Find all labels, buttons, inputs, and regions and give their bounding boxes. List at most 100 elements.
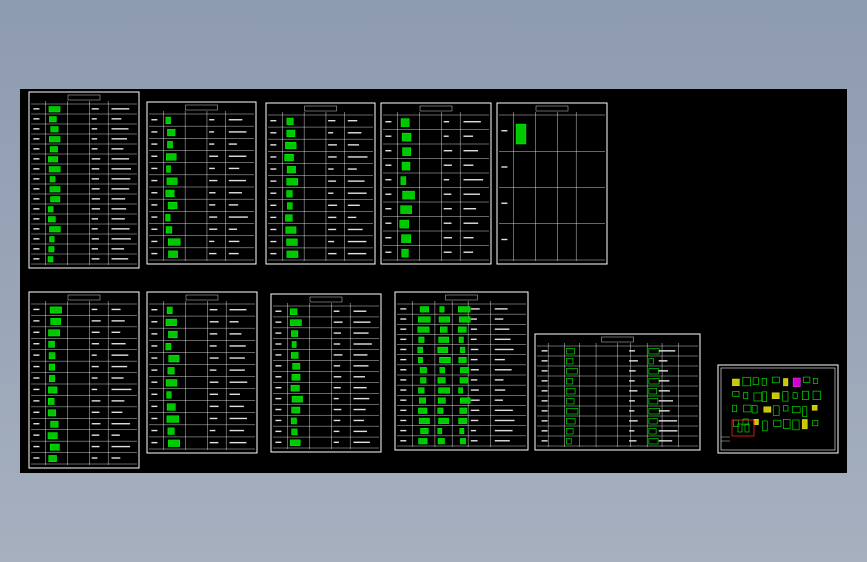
cad-part[interactable] [418, 387, 425, 394]
cad-part[interactable] [48, 156, 59, 163]
cad-part[interactable] [773, 419, 782, 427]
cad-part[interactable] [566, 368, 578, 375]
cad-part[interactable] [48, 375, 56, 382]
cad-part[interactable] [48, 166, 61, 173]
cad-part[interactable] [417, 326, 430, 333]
cad-part[interactable] [419, 306, 429, 313]
cad-part[interactable] [48, 329, 61, 337]
drawing-sheet-2[interactable] [146, 101, 257, 265]
cad-part[interactable] [438, 387, 450, 394]
cad-part[interactable] [458, 417, 468, 424]
cad-part[interactable] [460, 367, 469, 374]
cad-part[interactable] [290, 384, 300, 392]
cad-part[interactable] [167, 367, 175, 375]
cad-part[interactable] [167, 201, 178, 210]
drawing-sheet-1[interactable] [28, 91, 140, 269]
cad-part[interactable] [566, 348, 575, 355]
cad-part[interactable] [648, 348, 660, 355]
cad-part[interactable] [400, 205, 412, 214]
drawing-sheet-3[interactable] [265, 102, 376, 265]
cad-part[interactable] [50, 318, 61, 325]
cad-part[interactable] [458, 316, 471, 323]
cad-part[interactable] [287, 202, 293, 210]
cad-part[interactable] [648, 418, 658, 425]
cad-part[interactable] [439, 326, 448, 333]
cad-part[interactable] [418, 336, 425, 343]
cad-part[interactable] [763, 406, 772, 413]
cad-part[interactable] [566, 358, 574, 365]
cad-part[interactable] [291, 374, 301, 381]
cad-part[interactable] [292, 363, 301, 370]
cad-part[interactable] [438, 316, 451, 323]
cad-part[interactable] [437, 377, 446, 384]
cad-part[interactable] [401, 132, 412, 142]
cad-part[interactable] [168, 250, 178, 258]
cad-part[interactable] [291, 330, 299, 337]
cad-part[interactable] [437, 346, 449, 353]
cad-part[interactable] [400, 176, 407, 185]
cad-part[interactable] [286, 129, 296, 138]
cad-part[interactable] [418, 407, 428, 414]
cad-part[interactable] [771, 392, 780, 399]
cad-part[interactable] [803, 376, 811, 383]
cad-part[interactable] [515, 123, 527, 145]
cad-part[interactable] [286, 250, 299, 258]
cad-part[interactable] [401, 234, 411, 243]
cad-part[interactable] [291, 352, 299, 359]
cad-part[interactable] [812, 390, 821, 400]
cad-part[interactable] [400, 118, 410, 127]
cad-part[interactable] [48, 216, 56, 223]
cad-part[interactable] [753, 392, 763, 402]
cad-model-space[interactable] [20, 89, 847, 473]
cad-part[interactable] [48, 106, 61, 113]
cad-part[interactable] [165, 226, 173, 234]
cad-part[interactable] [566, 388, 576, 395]
cad-part[interactable] [47, 256, 54, 263]
cad-part[interactable] [418, 357, 423, 364]
cad-part[interactable] [286, 238, 298, 246]
cad-part[interactable] [566, 428, 574, 435]
cad-part[interactable] [648, 398, 659, 405]
cad-part[interactable] [459, 407, 468, 414]
cad-part[interactable] [566, 408, 579, 415]
cad-part[interactable] [47, 206, 54, 213]
cad-part[interactable] [48, 246, 55, 253]
cad-part[interactable] [458, 336, 464, 343]
cad-part[interactable] [459, 377, 469, 384]
cad-part[interactable] [401, 248, 409, 258]
cad-part[interactable] [418, 417, 430, 424]
cad-part[interactable] [48, 340, 55, 348]
cad-part[interactable] [401, 161, 411, 171]
cad-part[interactable] [791, 406, 801, 414]
cad-part[interactable] [648, 428, 657, 435]
cad-part[interactable] [732, 404, 737, 413]
cad-part[interactable] [47, 409, 56, 417]
cad-part[interactable] [771, 376, 780, 384]
cad-part[interactable] [291, 406, 301, 414]
cad-part[interactable] [167, 128, 176, 137]
cad-part[interactable] [285, 141, 297, 150]
cad-part[interactable] [286, 117, 294, 125]
cad-part[interactable] [648, 368, 659, 375]
cad-part[interactable] [50, 443, 60, 451]
cad-part[interactable] [418, 438, 428, 445]
cad-part[interactable] [402, 147, 412, 156]
cad-part[interactable] [47, 432, 58, 440]
cad-part[interactable] [457, 326, 467, 333]
cad-part[interactable] [782, 391, 789, 402]
cad-part[interactable] [732, 391, 740, 397]
cad-part[interactable] [439, 357, 451, 364]
cad-part[interactable] [418, 316, 431, 323]
cad-part[interactable] [648, 378, 660, 385]
cad-part[interactable] [648, 388, 658, 395]
cad-part[interactable] [459, 397, 471, 404]
drawing-canvas[interactable] [20, 89, 847, 473]
cad-part[interactable] [792, 377, 801, 387]
cad-part[interactable] [792, 419, 800, 431]
cad-part[interactable] [166, 415, 180, 423]
cad-part[interactable] [783, 418, 791, 429]
cad-part[interactable] [166, 403, 176, 411]
cad-part[interactable] [752, 377, 759, 385]
cad-part[interactable] [751, 405, 758, 414]
drawing-sheet-9[interactable] [394, 291, 529, 451]
